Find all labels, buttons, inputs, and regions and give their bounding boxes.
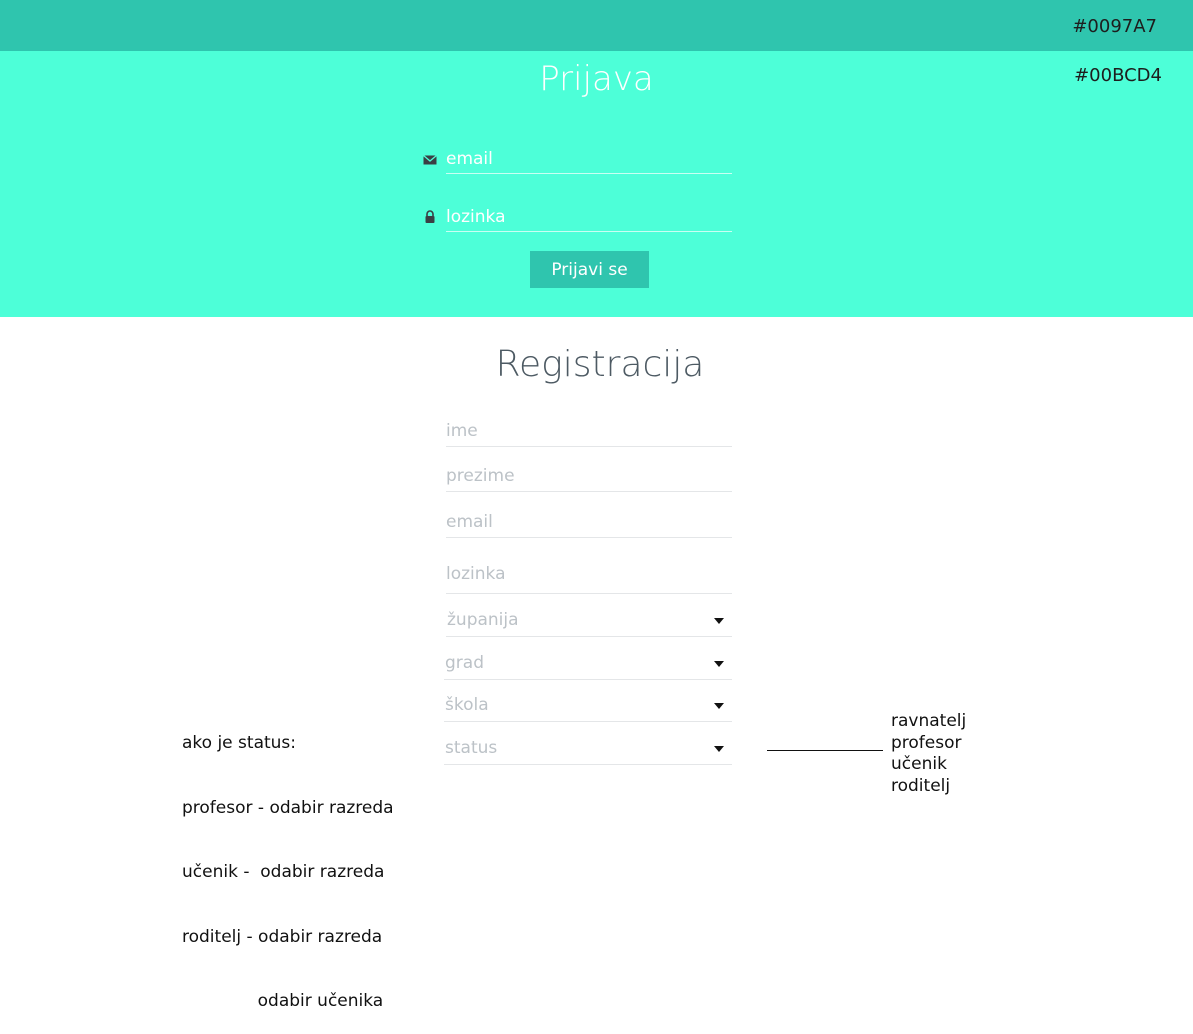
login-password-field[interactable] bbox=[446, 203, 732, 232]
top-bar bbox=[0, 0, 1193, 51]
register-password-input[interactable] bbox=[446, 555, 732, 593]
status-option: ravnatelj bbox=[891, 711, 967, 731]
skola-placeholder: škola bbox=[445, 695, 489, 715]
chevron-down-icon bbox=[714, 746, 724, 752]
status-placeholder: status bbox=[445, 738, 498, 758]
grad-placeholder: grad bbox=[445, 653, 484, 673]
lock-icon bbox=[425, 210, 435, 223]
status-option: profesor bbox=[891, 732, 962, 753]
chevron-down-icon bbox=[714, 661, 724, 667]
login-email-input[interactable] bbox=[446, 145, 732, 173]
ime-field[interactable] bbox=[446, 416, 732, 447]
prezime-input[interactable] bbox=[446, 461, 732, 491]
ime-input[interactable] bbox=[446, 416, 732, 446]
zupanija-select[interactable]: županija bbox=[446, 606, 732, 637]
connector-line bbox=[767, 750, 883, 751]
mail-icon bbox=[423, 155, 437, 165]
note-line: odabir učenika bbox=[182, 991, 384, 1011]
status-options-list: ravnatelj profesor učenik roditelj bbox=[891, 711, 966, 797]
note-line: učenik - odabir razreda bbox=[182, 862, 385, 882]
registration-title: Registracija bbox=[495, 344, 705, 385]
register-password-field[interactable] bbox=[446, 555, 732, 594]
color-swatch-dark-label: #0097A7 bbox=[1072, 16, 1157, 37]
login-title: Prijava bbox=[539, 59, 654, 99]
chevron-down-icon bbox=[714, 703, 724, 709]
login-button[interactable]: Prijavi se bbox=[530, 251, 649, 288]
note-line: ako je status: bbox=[182, 733, 297, 753]
status-option: roditelj bbox=[891, 775, 951, 796]
zupanija-placeholder: županija bbox=[447, 610, 519, 630]
status-option: učenik bbox=[891, 754, 947, 774]
note-line: profesor - odabir razreda bbox=[182, 797, 394, 818]
register-email-input[interactable] bbox=[446, 507, 732, 537]
register-email-field[interactable] bbox=[446, 507, 732, 538]
login-password-input[interactable] bbox=[446, 203, 732, 231]
chevron-down-icon bbox=[714, 618, 724, 624]
status-note: ako je status: profesor - odabir razreda… bbox=[182, 690, 394, 1034]
skola-select[interactable]: škola bbox=[444, 691, 732, 722]
note-line: roditelj - odabir razreda bbox=[182, 926, 383, 947]
grad-select[interactable]: grad bbox=[444, 649, 732, 680]
prezime-field[interactable] bbox=[446, 461, 732, 492]
login-email-field[interactable] bbox=[446, 145, 732, 174]
status-select[interactable]: status bbox=[444, 734, 732, 765]
